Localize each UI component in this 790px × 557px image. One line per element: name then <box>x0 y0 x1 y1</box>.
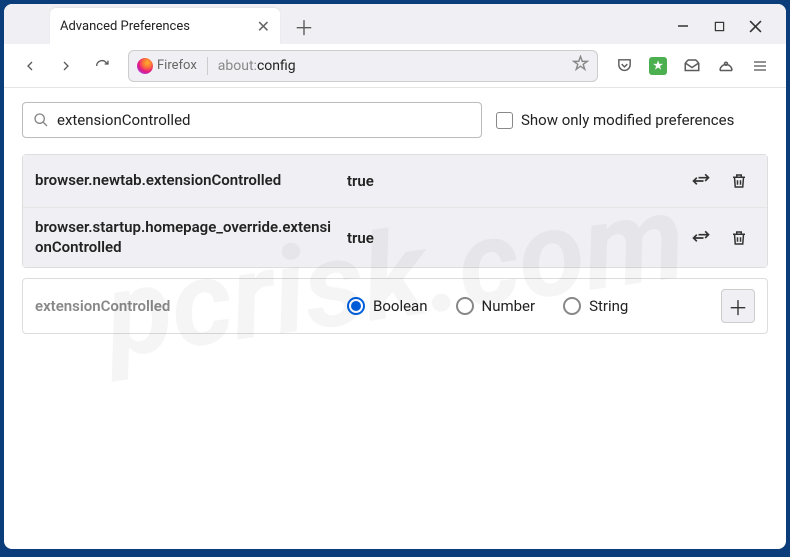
preference-name: browser.newtab.extensionControlled <box>35 171 335 191</box>
identity-box[interactable]: Firefox <box>137 58 197 74</box>
search-row: Show only modified preferences <box>22 102 768 138</box>
radio-label: Boolean <box>373 297 428 315</box>
toggle-button[interactable] <box>685 165 717 197</box>
toggle-button[interactable] <box>685 222 717 254</box>
preference-row: browser.newtab.extensionControlled true <box>23 155 767 207</box>
inbox-icon[interactable] <box>676 50 708 82</box>
preference-value: true <box>347 172 673 190</box>
preference-name: browser.startup.homepage_override.extens… <box>35 218 335 257</box>
search-input[interactable] <box>57 111 471 129</box>
pocket-icon[interactable] <box>608 50 640 82</box>
radio-boolean[interactable]: Boolean <box>347 297 428 315</box>
new-tab-button[interactable]: ＋ <box>290 12 318 40</box>
delete-button[interactable] <box>723 165 755 197</box>
close-tab-icon[interactable]: ✕ <box>257 17 270 36</box>
browser-tab[interactable]: Advanced Preferences ✕ <box>50 8 280 44</box>
minimize-button[interactable] <box>674 17 692 35</box>
urlbar-separator <box>207 57 208 75</box>
type-options: Boolean Number String <box>347 297 709 315</box>
new-preference-row: extensionControlled Boolean Number Strin… <box>22 278 768 334</box>
radio-icon <box>563 297 581 315</box>
search-icon <box>33 112 49 128</box>
identity-label: Firefox <box>157 58 197 73</box>
preference-value: true <box>347 229 673 247</box>
radio-icon <box>347 297 365 315</box>
content-area: Show only modified preferences browser.n… <box>4 88 786 549</box>
preference-row: browser.startup.homepage_override.extens… <box>23 207 767 267</box>
bookmark-star-icon[interactable] <box>572 55 589 76</box>
menu-button[interactable] <box>744 50 776 82</box>
preference-list: browser.newtab.extensionControlled true … <box>22 154 768 268</box>
search-box[interactable] <box>22 102 482 138</box>
close-window-button[interactable] <box>746 17 764 35</box>
extension-icon[interactable]: ★ <box>642 50 674 82</box>
checkbox-icon <box>496 112 513 129</box>
firefox-icon <box>137 58 153 74</box>
delete-button[interactable] <box>723 222 755 254</box>
radio-icon <box>456 297 474 315</box>
toolbar: Firefox about:config ★ <box>4 44 786 88</box>
radio-label: String <box>589 297 628 315</box>
radio-string[interactable]: String <box>563 297 628 315</box>
url-text: about:config <box>218 58 566 74</box>
url-bar[interactable]: Firefox about:config <box>128 50 598 82</box>
checkbox-label: Show only modified preferences <box>521 111 734 129</box>
radio-label: Number <box>482 297 536 315</box>
show-modified-checkbox[interactable]: Show only modified preferences <box>496 111 734 129</box>
forward-button[interactable] <box>50 50 82 82</box>
tab-title: Advanced Preferences <box>60 19 190 34</box>
back-button[interactable] <box>14 50 46 82</box>
tab-bar: Advanced Preferences ✕ ＋ <box>4 4 786 44</box>
radio-number[interactable]: Number <box>456 297 536 315</box>
maximize-button[interactable] <box>710 17 728 35</box>
toolbar-actions: ★ <box>608 50 776 82</box>
reload-button[interactable] <box>86 50 118 82</box>
account-icon[interactable] <box>710 50 742 82</box>
window-controls <box>674 17 778 35</box>
add-button[interactable]: ＋ <box>721 289 755 323</box>
new-preference-name: extensionControlled <box>35 297 335 315</box>
